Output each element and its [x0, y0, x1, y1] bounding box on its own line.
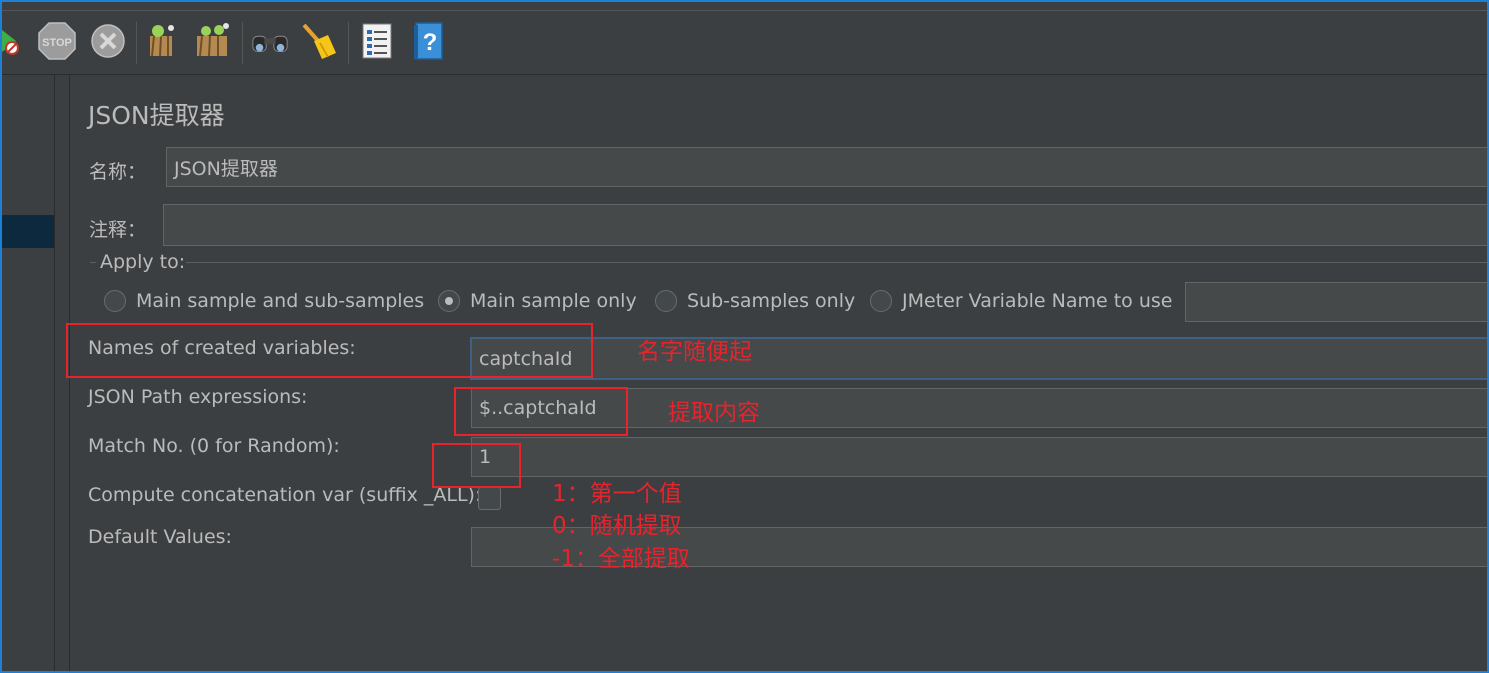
svg-text:?: ?: [423, 29, 438, 56]
annotation-match-note-all: -1：全部提取: [552, 546, 690, 572]
radio-button[interactable]: [104, 290, 126, 312]
comment-label: 注释：: [89, 219, 147, 241]
comment-field[interactable]: [163, 204, 1489, 246]
clear-all-icon[interactable]: [193, 20, 233, 62]
annotation-box-names: [66, 323, 593, 378]
match-no-field[interactable]: 1: [471, 437, 1489, 477]
jmeter-variable-field[interactable]: [1185, 282, 1489, 322]
annotation-box-match: [432, 443, 521, 488]
radio-label: Main sample and sub-samples: [136, 290, 425, 312]
annotation-name-note: 名字随便起: [637, 339, 752, 365]
radio-button-selected[interactable]: [438, 290, 460, 312]
compute-concatenation-checkbox[interactable]: [478, 487, 501, 510]
start-no-pauses-icon[interactable]: [0, 20, 24, 62]
annotation-box-path: [454, 387, 628, 436]
match-no-label: Match No. (0 for Random):: [88, 435, 340, 457]
radio-label: JMeter Variable Name to use: [902, 290, 1173, 312]
function-helper-icon[interactable]: [357, 20, 397, 62]
annotation-match-note-1: 1：第一个值: [552, 481, 682, 507]
compute-concatenation-label: Compute concatenation var (suffix _ALL):: [88, 484, 482, 506]
help-icon[interactable]: ?: [408, 20, 448, 62]
radio-label: Sub-samples only: [687, 290, 856, 312]
radio-main-sample-only[interactable]: Main sample only: [438, 290, 637, 312]
name-field[interactable]: JSON提取器: [166, 147, 1489, 187]
toolbar-separator: [242, 22, 243, 64]
toolbar: STOP ?: [0, 2, 1489, 75]
clear-icon[interactable]: [143, 20, 183, 62]
stop-icon[interactable]: STOP: [37, 20, 77, 62]
test-plan-tree[interactable]: [2, 75, 55, 673]
radio-button[interactable]: [655, 290, 677, 312]
tree-selected-node[interactable]: [2, 215, 54, 248]
toolbar-divider: [0, 10, 1489, 11]
search-icon[interactable]: [250, 20, 290, 62]
default-values-label: Default Values:: [88, 526, 232, 548]
radio-jmeter-variable[interactable]: JMeter Variable Name to use: [870, 290, 1172, 312]
toolbar-separator: [348, 22, 349, 64]
toolbar-separator: [136, 22, 137, 64]
apply-to-group-border: [90, 262, 1489, 263]
reset-search-icon[interactable]: [298, 20, 338, 62]
radio-main-and-sub-samples[interactable]: Main sample and sub-samples: [104, 290, 424, 312]
apply-to-label: Apply to:: [100, 251, 186, 273]
names-of-created-variables-field[interactable]: captchaId: [470, 337, 1489, 380]
annotation-path-note: 提取内容: [668, 400, 760, 426]
json-path-label: JSON Path expressions:: [88, 386, 308, 408]
radio-label: Main sample only: [470, 290, 637, 312]
shutdown-icon[interactable]: [88, 20, 128, 62]
stop-icon-text: STOP: [42, 37, 72, 49]
radio-sub-samples-only[interactable]: Sub-samples only: [655, 290, 855, 312]
page-title: JSON提取器: [88, 101, 225, 130]
radio-button[interactable]: [870, 290, 892, 312]
name-label: 名称：: [89, 161, 147, 183]
annotation-match-note-0: 0：随机提取: [552, 513, 682, 539]
